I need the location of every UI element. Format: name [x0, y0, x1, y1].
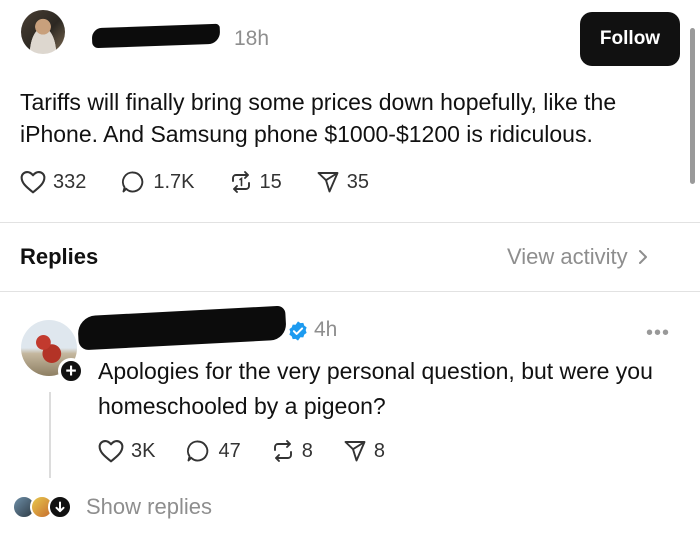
follow-button[interactable]: Follow: [580, 12, 680, 66]
comment-count: 1.7K: [153, 170, 195, 193]
comment-count: 47: [218, 439, 241, 462]
reply-timestamp: 4h: [314, 318, 338, 341]
share-button[interactable]: 35: [316, 170, 369, 194]
reply-like-button[interactable]: 3K: [98, 439, 155, 463]
like-count: 3K: [131, 439, 156, 462]
heart-icon: [98, 440, 124, 463]
verified-icon: [289, 321, 307, 341]
divider: [0, 291, 700, 292]
follow-plus-badge[interactable]: +: [58, 358, 84, 384]
post-actions: 332 1.7K 15 35: [20, 170, 403, 194]
original-post: 18h Follow Tariffs will finally bring so…: [0, 0, 700, 222]
thread-line: [49, 392, 51, 478]
show-replies-label: Show replies: [86, 494, 212, 519]
repost-count: 15: [259, 170, 282, 193]
like-button[interactable]: 332: [20, 170, 86, 194]
divider: [0, 222, 700, 223]
repost-icon: [231, 171, 250, 193]
reply-comment-button[interactable]: 47: [185, 439, 241, 463]
reply-actions: 3K 47 8 8: [98, 439, 415, 463]
reply-text: Apologies for the very personal question…: [98, 358, 653, 419]
reply-share-button[interactable]: 8: [343, 439, 385, 463]
arrow-down-icon: [48, 495, 72, 519]
scrollbar[interactable]: [690, 28, 695, 184]
comment-icon: [187, 440, 209, 462]
comment-icon: [122, 171, 144, 193]
share-count: 35: [346, 170, 370, 193]
heart-icon: [20, 171, 46, 194]
view-activity-link[interactable]: View activity: [507, 244, 648, 270]
comment-button[interactable]: 1.7K: [120, 170, 195, 194]
post-text: Tariffs will finally bring some prices d…: [20, 89, 617, 147]
redacted-username: [77, 305, 287, 351]
repost-icon: [273, 440, 292, 462]
redacted-username: [91, 23, 221, 49]
replies-heading: Replies: [20, 244, 99, 269]
repost-button[interactable]: 15: [229, 170, 282, 194]
show-replies-button[interactable]: Show replies: [12, 494, 212, 520]
share-icon: [344, 441, 366, 462]
chevron-right-icon: [638, 250, 647, 264]
share-count: 8: [373, 439, 385, 462]
repost-count: 8: [301, 439, 313, 462]
share-icon: [317, 172, 339, 193]
post-timestamp: 18h: [234, 27, 270, 50]
view-activity-label: View activity: [507, 244, 628, 269]
like-count: 332: [53, 170, 87, 193]
more-icon[interactable]: •••: [646, 322, 670, 345]
author-avatar[interactable]: [21, 10, 65, 54]
reply-repost-button[interactable]: 8: [271, 439, 313, 463]
